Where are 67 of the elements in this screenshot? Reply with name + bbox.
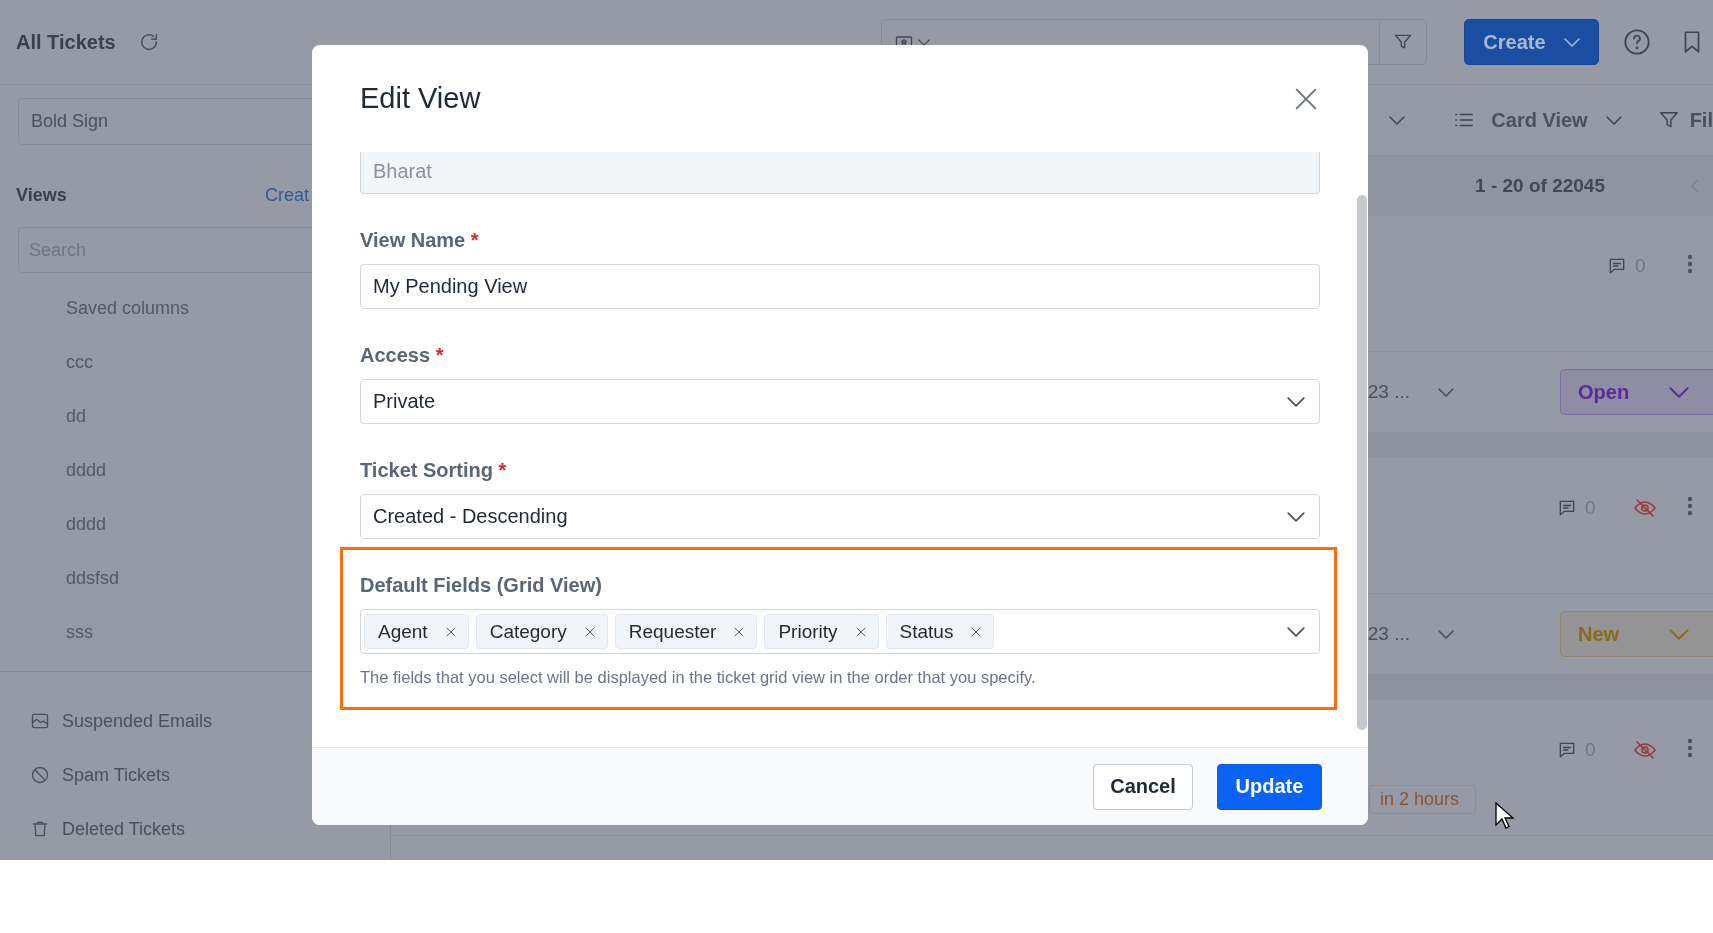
help-icon xyxy=(1623,28,1651,56)
field-chip[interactable]: Priority xyxy=(764,614,879,649)
select-field[interactable]: Created - Descending xyxy=(360,494,1320,539)
cancel-button[interactable]: Cancel xyxy=(1093,763,1193,810)
remove-icon[interactable] xyxy=(582,624,597,639)
close-icon xyxy=(443,624,458,639)
required-mark: * xyxy=(498,459,507,481)
remove-icon[interactable] xyxy=(732,624,747,639)
comment-icon xyxy=(1557,498,1577,518)
view-mode-dropdown[interactable]: Card View xyxy=(1491,108,1588,132)
help-text: The fields that you select will be displayed in the ticket grid view in the order that you specify. xyxy=(360,668,1037,687)
folder-item[interactable]: Suspended Emails xyxy=(62,710,213,732)
required-mark: * xyxy=(435,344,444,366)
more-icon[interactable] xyxy=(1687,496,1693,516)
remove-icon[interactable] xyxy=(853,624,868,639)
chevron-down-icon xyxy=(1287,511,1305,522)
views-heading: Views xyxy=(16,184,67,206)
ticket-date: 23 ... xyxy=(1367,381,1410,403)
required-mark: * xyxy=(470,229,479,251)
folder-item[interactable]: Deleted Tickets xyxy=(62,818,186,840)
chevron-down-icon xyxy=(1287,396,1305,407)
trash-icon xyxy=(30,819,50,839)
field-label: Default Fields (Grid View) xyxy=(360,574,603,597)
chevron-down-icon xyxy=(1438,629,1454,639)
blocked-icon xyxy=(30,765,50,785)
field-chip[interactable]: Status xyxy=(885,614,995,649)
more-icon[interactable] xyxy=(1687,738,1693,758)
cursor-icon xyxy=(1495,802,1515,830)
disabled-field: Bharat xyxy=(360,152,1320,194)
select-field[interactable]: Private xyxy=(360,379,1320,424)
chevron-down-icon xyxy=(1389,115,1406,125)
close-icon xyxy=(582,624,597,639)
chevron-down-icon xyxy=(1669,628,1689,640)
field-label: Access xyxy=(360,344,431,366)
scrollbar[interactable] xyxy=(1357,195,1367,730)
update-button[interactable]: Update xyxy=(1217,763,1322,810)
comment-icon xyxy=(1607,256,1627,276)
remove-icon[interactable] xyxy=(969,624,984,639)
close-icon xyxy=(853,624,868,639)
create-button[interactable]: Create xyxy=(1464,19,1599,65)
more-icon[interactable] xyxy=(1687,254,1693,274)
chevron-down-icon xyxy=(918,38,930,46)
chevron-down-icon xyxy=(1438,387,1454,397)
filter-button[interactable]: Fil xyxy=(1689,108,1713,132)
field-chip[interactable]: Agent xyxy=(364,614,469,649)
chevron-down-icon xyxy=(1287,626,1305,637)
ticket-date: 23 ... xyxy=(1367,623,1410,645)
close-icon xyxy=(732,624,747,639)
eye-slash-icon xyxy=(1633,496,1657,520)
chevron-down-icon xyxy=(1669,386,1689,398)
text-field[interactable]: My Pending View xyxy=(360,264,1320,309)
folder-item[interactable]: Spam Tickets xyxy=(62,764,171,786)
eye-slash-icon xyxy=(1633,738,1657,762)
field-chip[interactable]: Category xyxy=(475,614,608,649)
pagination-label: 1 - 20 of 22045 xyxy=(1475,175,1605,197)
chevron-down-icon xyxy=(1605,115,1622,125)
due-tag: in 2 hours xyxy=(1369,785,1477,814)
status-dropdown[interactable]: New xyxy=(1560,611,1713,657)
comment-icon xyxy=(1557,740,1577,760)
multi-select-field[interactable]: Agent Category Requester Priority Status xyxy=(360,609,1320,654)
field-chip[interactable]: Requester xyxy=(614,614,758,649)
remove-icon[interactable] xyxy=(443,624,458,639)
field-label: Ticket Sorting xyxy=(360,459,493,481)
status-dropdown[interactable]: Open xyxy=(1560,369,1713,415)
page-title: All Tickets xyxy=(16,30,116,54)
chevron-down-icon xyxy=(1563,37,1580,47)
close-icon xyxy=(969,624,984,639)
